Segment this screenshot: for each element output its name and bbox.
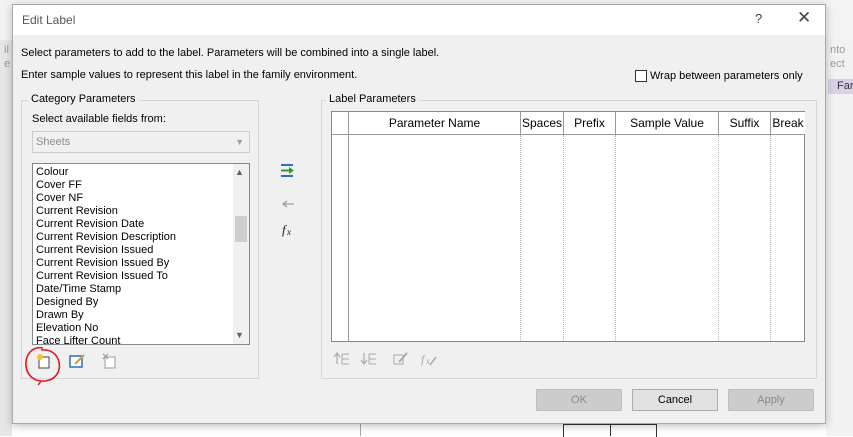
- move-down-icon: [360, 353, 376, 365]
- edit-parameter-icon: [69, 354, 85, 368]
- list-item[interactable]: Cover FF: [36, 179, 82, 191]
- move-up-icon: [333, 352, 349, 365]
- annotation-circle: [25, 346, 61, 386]
- scroll-down-icon[interactable]: ▼: [235, 330, 244, 340]
- background-tab[interactable]: Far: [828, 79, 853, 94]
- list-item[interactable]: Current Revision Issued By: [36, 257, 169, 269]
- list-item[interactable]: Current Revision Date: [36, 218, 144, 230]
- delete-parameter-icon: [102, 353, 116, 369]
- remove-parameter-icon: [282, 200, 294, 208]
- background-text: e: [4, 58, 11, 70]
- background-left-panel: [0, 40, 12, 436]
- background-text: nto: [830, 44, 846, 56]
- cancel-button[interactable]: Cancel: [632, 389, 718, 411]
- scroll-up-icon[interactable]: ▲: [235, 167, 244, 177]
- fx-icon: f x: [282, 222, 291, 237]
- column-header-sample-value[interactable]: Sample Value: [616, 112, 719, 135]
- instruction-text: Select parameters to add to the label. P…: [21, 47, 440, 59]
- grid-column-line: [615, 135, 616, 341]
- grid-corner: [332, 112, 349, 135]
- grid-column-line: [718, 135, 719, 341]
- list-item[interactable]: Elevation No: [36, 322, 98, 334]
- fx-sample-button[interactable]: f x: [419, 350, 439, 368]
- instruction-text-2: Enter sample values to represent this la…: [21, 69, 358, 81]
- delete-parameter-button[interactable]: [100, 352, 120, 370]
- list-item[interactable]: Current Revision Issued To: [36, 270, 168, 282]
- wrap-checkbox[interactable]: [635, 70, 647, 82]
- edit-parameter-button[interactable]: [67, 352, 87, 370]
- list-item[interactable]: Current Revision Description: [36, 231, 176, 243]
- wrap-checkbox-label[interactable]: Wrap between parameters only: [650, 70, 803, 82]
- add-parameter-icon: [281, 164, 294, 177]
- column-header-break[interactable]: Break: [771, 112, 805, 135]
- available-fields-list[interactable]: Colour Cover FF Cover NF Current Revisio…: [32, 163, 250, 345]
- list-item[interactable]: Designed By: [36, 296, 98, 308]
- list-item[interactable]: Drawn By: [36, 309, 84, 321]
- help-button[interactable]: ?: [755, 11, 762, 26]
- column-header-parameter-name[interactable]: Parameter Name: [349, 112, 521, 135]
- grid-column-line: [563, 135, 564, 341]
- move-up-button[interactable]: [333, 350, 353, 368]
- list-item[interactable]: Current Revision Issued: [36, 244, 153, 256]
- remove-parameter-button[interactable]: [279, 195, 299, 213]
- category-combo[interactable]: Sheets ▼: [32, 131, 250, 153]
- scroll-thumb[interactable]: [235, 216, 247, 242]
- dialog-titlebar[interactable]: Edit Label ? ✕: [13, 5, 825, 35]
- move-down-button[interactable]: [360, 350, 380, 368]
- add-parameter-button[interactable]: [278, 161, 298, 179]
- list-item[interactable]: Colour: [36, 166, 68, 178]
- fx-sample-icon: f x: [421, 352, 437, 366]
- sample-value-button[interactable]: [391, 350, 411, 368]
- close-button[interactable]: ✕: [797, 8, 811, 28]
- background-table-line: [610, 424, 611, 436]
- label-parameters-title: Label Parameters: [326, 93, 419, 105]
- background-line: [360, 424, 361, 436]
- svg-text:x: x: [425, 356, 430, 366]
- row-header-column: [332, 112, 349, 341]
- background-right-panel: [826, 40, 853, 436]
- select-fields-label: Select available fields from:: [32, 113, 166, 125]
- background-text: ect: [830, 58, 845, 70]
- sample-value-icon: [393, 352, 408, 365]
- apply-button[interactable]: Apply: [728, 389, 814, 411]
- column-header-suffix[interactable]: Suffix: [719, 112, 771, 135]
- column-header-prefix[interactable]: Prefix: [564, 112, 616, 135]
- list-scrollbar[interactable]: ▲ ▼: [233, 164, 249, 344]
- grid-column-line: [520, 135, 521, 341]
- background-text: il: [4, 44, 9, 56]
- dialog-title: Edit Label: [22, 13, 76, 27]
- list-item[interactable]: Current Revision: [36, 205, 118, 217]
- label-parameters-grid[interactable]: Parameter Name Spaces Prefix Sample Valu…: [331, 111, 805, 342]
- chevron-down-icon: ▼: [235, 137, 244, 147]
- edit-label-dialog: Edit Label ? ✕ Select parameters to add …: [12, 4, 826, 424]
- category-parameters-title: Category Parameters: [28, 93, 139, 105]
- grid-column-line: [770, 135, 771, 341]
- list-item[interactable]: Date/Time Stamp: [36, 283, 121, 295]
- category-combo-value: Sheets: [36, 136, 71, 148]
- svg-text:x: x: [286, 227, 291, 237]
- list-item[interactable]: Cover NF: [36, 192, 83, 204]
- ok-button[interactable]: OK: [536, 389, 622, 411]
- column-header-spaces[interactable]: Spaces: [521, 112, 564, 135]
- edit-formula-button[interactable]: f x: [281, 221, 301, 239]
